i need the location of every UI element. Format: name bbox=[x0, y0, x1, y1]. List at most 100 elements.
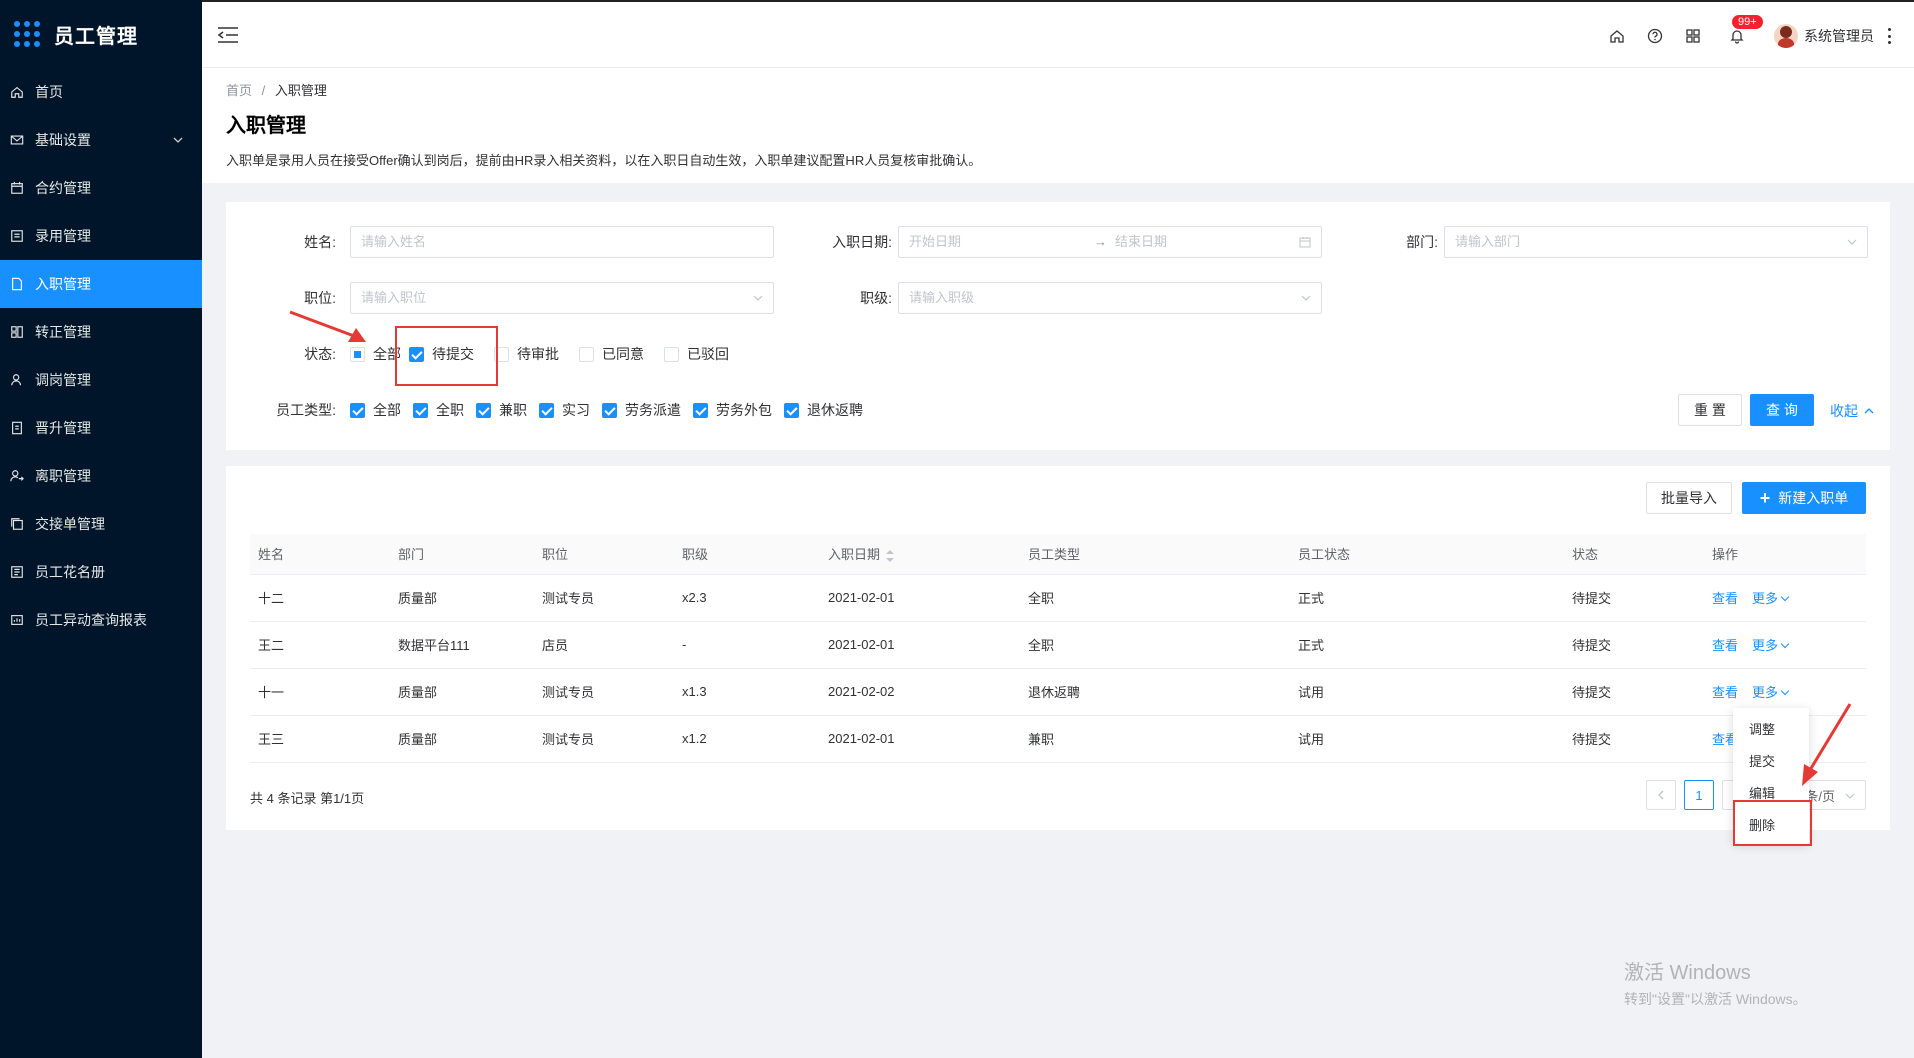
sidebar-item-3[interactable]: 录用管理 bbox=[0, 212, 202, 260]
file-icon bbox=[10, 277, 24, 291]
chevron-down-icon bbox=[1780, 639, 1790, 649]
checkbox-box bbox=[664, 346, 679, 362]
table-row: 十二 质量部 测试专员 x2.3 2021-02-01 全职 正式 待提交 查看 更多 bbox=[250, 574, 1866, 622]
cell-dept: 质量部 bbox=[390, 574, 534, 622]
app-title: 员工管理 bbox=[54, 25, 138, 48]
query-button[interactable]: 查 询 bbox=[1750, 394, 1814, 426]
view-link[interactable]: 查看 bbox=[1712, 591, 1738, 606]
cell-position: 测试专员 bbox=[534, 668, 674, 716]
user-avatar[interactable] bbox=[1774, 24, 1798, 48]
search.emp_type_options-checkbox-6[interactable]: 退休返聘 bbox=[784, 400, 863, 420]
rank-label: 职级: bbox=[860, 290, 892, 306]
view-link[interactable]: 查看 bbox=[1712, 638, 1738, 653]
breadcrumb-home[interactable]: 首页 bbox=[226, 83, 252, 98]
sidebar-item-label: 首页 bbox=[35, 84, 63, 100]
sidebar-item-1[interactable]: 基础设置 bbox=[0, 116, 202, 164]
cell-type: 全职 bbox=[1020, 621, 1290, 669]
cell-status: 待提交 bbox=[1564, 574, 1704, 622]
collapse-link[interactable]: 收起 bbox=[1830, 401, 1874, 421]
sidebar-item-8[interactable]: 离职管理 bbox=[0, 452, 202, 500]
sidebar-item-10[interactable]: 员工花名册 bbox=[0, 548, 202, 596]
cell-dept: 质量部 bbox=[390, 668, 534, 716]
username[interactable]: 系统管理员 bbox=[1804, 26, 1874, 46]
copy-icon bbox=[10, 517, 24, 531]
checkbox-box bbox=[784, 402, 799, 418]
more-link[interactable]: 更多 bbox=[1752, 685, 1790, 700]
app-logo[interactable]: 员工管理 bbox=[0, 0, 202, 68]
table-row: 王三质量部测试专员x1.22021-02-01兼职试用待提交查看更多 bbox=[250, 715, 1866, 763]
search.status_options-checkbox-3[interactable]: 已同意 bbox=[579, 344, 644, 364]
bell-icon[interactable]: 99+ bbox=[1728, 15, 1763, 45]
cell-rank: x1.2 bbox=[674, 715, 820, 763]
sidebar-item-9[interactable]: 交接单管理 bbox=[0, 500, 202, 548]
annotation-arrow-status bbox=[289, 310, 366, 342]
prev-page-button[interactable] bbox=[1646, 780, 1676, 810]
sidebar-item-5[interactable]: 转正管理 bbox=[0, 308, 202, 356]
search.emp_type_options-checkbox-3[interactable]: 实习 bbox=[539, 400, 590, 420]
help-icon[interactable] bbox=[1646, 27, 1664, 45]
search.emp_type_options-checkbox-1[interactable]: 全职 bbox=[413, 400, 464, 420]
layout-icon[interactable] bbox=[1684, 27, 1702, 45]
reset-button[interactable]: 重 置 bbox=[1678, 394, 1742, 426]
checkbox-box bbox=[579, 346, 594, 362]
sidebar: 员工管理 首页基础设置 合约管理 录用管理 入职管理 转正管理 调岗管理 晋升管理 离职管理交… bbox=[0, 0, 202, 1058]
notification-badge: 99+ bbox=[1732, 15, 1763, 29]
cell-status: 待提交 bbox=[1564, 621, 1704, 669]
search.emp_type_options-checkbox-2[interactable]: 兼职 bbox=[476, 400, 527, 420]
chevron-down-icon bbox=[753, 295, 763, 301]
search.emp_type_options-checkbox-5[interactable]: 劳务外包 bbox=[693, 400, 772, 420]
search.status_options-checkbox-0[interactable]: 全部 bbox=[350, 344, 401, 364]
cell-type: 兼职 bbox=[1020, 715, 1290, 763]
form-icon bbox=[10, 229, 24, 243]
collapse-menu-icon[interactable] bbox=[217, 26, 238, 44]
batch-import-button[interactable]: 批量导入 bbox=[1646, 482, 1732, 514]
sidebar-item-11[interactable]: 员工异动查询报表 bbox=[0, 596, 202, 644]
cell-emp_status: 正式 bbox=[1290, 574, 1564, 622]
page-1-button[interactable]: 1 bbox=[1684, 780, 1714, 810]
sidebar-item-6[interactable]: 调岗管理 bbox=[0, 356, 202, 404]
name-input[interactable]: 请输入姓名 bbox=[350, 226, 774, 258]
sort-icon[interactable] bbox=[886, 549, 895, 562]
table-row: 十一 质量部 测试专员 x1.3 2021-02-02 退休返聘 试用 待提交 查看 更多 bbox=[250, 668, 1866, 716]
cell-name: 十二 bbox=[250, 574, 390, 622]
cell-rank: x1.3 bbox=[674, 668, 820, 716]
highlight-box-status bbox=[395, 326, 498, 386]
more-vertical-icon[interactable] bbox=[1888, 28, 1892, 44]
pagination-summary: 共 4 条记录 第1/1页 bbox=[250, 791, 365, 806]
cell-name: 王二 bbox=[250, 621, 390, 669]
view-link[interactable]: 查看 bbox=[1712, 685, 1738, 700]
search.emp_type_options-checkbox-4[interactable]: 劳务派遣 bbox=[602, 400, 681, 420]
date-range-input[interactable]: 开始日期 → 结束日期 bbox=[898, 226, 1322, 258]
new-onboarding-button[interactable]: + 新建入职单 bbox=[1742, 482, 1866, 514]
cell-date: 2021-02-01 bbox=[820, 574, 1020, 622]
sidebar-item-0[interactable]: 首页 bbox=[0, 68, 202, 116]
sidebar-item-4[interactable]: 入职管理 bbox=[0, 260, 202, 308]
cell-date: 2021-02-01 bbox=[820, 715, 1020, 763]
highlight-box-delete bbox=[1733, 800, 1812, 846]
home-icon[interactable] bbox=[1608, 27, 1626, 45]
chevron-left-icon bbox=[1658, 790, 1664, 800]
dept-select[interactable]: 请输入部门 bbox=[1444, 226, 1868, 258]
top-header: 99+ 系统管理员 bbox=[202, 0, 1914, 68]
sidebar-item-7[interactable]: 晋升管理 bbox=[0, 404, 202, 452]
sidebar-item-2[interactable]: 合约管理 bbox=[0, 164, 202, 212]
cell-emp_status: 试用 bbox=[1290, 715, 1564, 763]
more-link[interactable]: 更多 bbox=[1752, 591, 1790, 606]
rank-select[interactable]: 请输入职级 bbox=[898, 282, 1322, 314]
search.status_options-checkbox-2[interactable]: 待审批 bbox=[494, 344, 559, 364]
search.status_options-checkbox-4[interactable]: 已驳回 bbox=[664, 344, 729, 364]
table-card: 批量导入 + 新建入职单 姓名 部门 职位 职级 入职日期 员工类型 员工状态 状态 操作 十二… bbox=[226, 466, 1890, 830]
user-icon bbox=[10, 373, 24, 387]
search.emp_type_options-checkbox-0[interactable]: 全部 bbox=[350, 400, 401, 420]
calendar-icon bbox=[1299, 237, 1311, 248]
name-label: 姓名: bbox=[304, 234, 336, 250]
exit-icon bbox=[10, 469, 24, 483]
column-header-4[interactable]: 入职日期 bbox=[820, 534, 1020, 575]
page-title: 入职管理 bbox=[226, 115, 306, 137]
cell-status: 待提交 bbox=[1564, 668, 1704, 716]
onboarding-table: 姓名 部门 职位 职级 入职日期 员工类型 员工状态 状态 操作 十二 质量部 测试专员 x2.3 20… bbox=[250, 534, 1866, 763]
column-header-2: 职位 bbox=[534, 534, 674, 575]
position-select[interactable]: 请输入职位 bbox=[350, 282, 774, 314]
more-link[interactable]: 更多 bbox=[1752, 638, 1790, 653]
checkbox-box bbox=[413, 402, 428, 418]
